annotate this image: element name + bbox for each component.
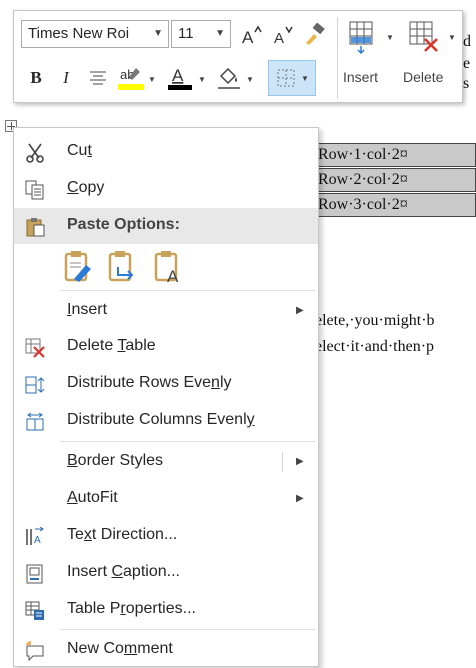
menu-item-insert[interactable]: Insert ▶ [14, 293, 318, 329]
menu-item-label: Insert [67, 301, 108, 318]
distribute-columns-icon [26, 412, 44, 431]
shrink-font-icon: A [274, 26, 293, 45]
shading-button[interactable] [214, 63, 244, 93]
chevron-down-icon[interactable]: ▼ [215, 21, 225, 47]
center-align-icon [90, 71, 106, 85]
chevron-down-icon[interactable]: ▼ [153, 21, 163, 47]
delete-table-button[interactable] [406, 17, 448, 61]
font-color-button[interactable]: A [165, 63, 195, 93]
insert-table-button[interactable] [346, 17, 388, 61]
highlight-button[interactable]: ab [115, 63, 147, 93]
table-properties-icon [25, 601, 44, 620]
context-menu: Cut Copy Paste Options: A Insert ▶ Delet… [13, 127, 319, 667]
italic-icon[interactable]: I [55, 65, 77, 91]
paste-keep-text-only-icon[interactable]: A [154, 249, 186, 283]
split-divider [282, 452, 283, 472]
menu-item-label: Copy [67, 179, 105, 196]
font-size-combobox[interactable]: 11 ▼ [171, 20, 231, 48]
insert-caption-icon [26, 564, 43, 584]
new-comment-icon [26, 641, 44, 661]
copy-icon [25, 180, 44, 200]
chevron-down-icon[interactable]: ▼ [246, 75, 254, 84]
text-direction-icon: A [26, 527, 44, 546]
menu-item-distribute-columns[interactable]: Distribute Columns Evenly [14, 403, 318, 439]
table-cell[interactable]: Row·2·col·2¤ [312, 168, 476, 192]
borders-button[interactable]: ▼ [268, 60, 316, 96]
submenu-arrow-icon: ▶ [296, 305, 304, 316]
highlight-color-icon: ab [118, 67, 144, 90]
mini-toolbar: Times New Roi ▼ 11 ▼ A A ▼ ▼ B I ab ▼ A … [13, 10, 463, 103]
scissors-icon [26, 143, 44, 163]
font-name-combobox[interactable]: Times New Roi ▼ [21, 20, 169, 48]
paste-options-heading: Paste Options: [14, 208, 318, 244]
menu-item-copy[interactable]: Copy [14, 171, 318, 207]
chevron-down-icon[interactable]: ▼ [301, 74, 309, 83]
menu-item-distribute-rows[interactable]: Distribute Rows Evenly [14, 366, 318, 402]
doc-text-fragment: d [463, 33, 471, 50]
svg-text:A: A [167, 267, 179, 283]
menu-item-label: Distribute Columns Evenly [67, 411, 255, 428]
chevron-down-icon[interactable]: ▼ [448, 33, 456, 42]
delete-label[interactable]: Delete [403, 69, 443, 85]
format-painter-icon [306, 23, 325, 45]
submenu-arrow-icon[interactable]: ▶ [296, 456, 304, 467]
menu-item-label: Delete Table [67, 337, 156, 354]
menu-item-label: AutoFit [67, 489, 118, 506]
delete-table-icon [409, 21, 438, 52]
paste-icon [26, 218, 45, 237]
grow-font-icon: A [242, 25, 262, 45]
font-color-icon: A [168, 66, 192, 90]
delete-table-icon [25, 338, 45, 358]
menu-item-cut[interactable]: Cut [14, 134, 318, 170]
distribute-rows-icon [25, 376, 45, 394]
svg-text:A: A [34, 535, 41, 546]
doc-text-fragment: e [463, 55, 471, 72]
menu-item-delete-table[interactable]: Delete Table [14, 329, 318, 365]
paste-keep-source-formatting-icon[interactable] [64, 249, 94, 283]
menu-item-text-direction[interactable]: A Text Direction... [14, 518, 318, 554]
shrink-font-button[interactable]: A [271, 23, 295, 47]
menu-item-autofit[interactable]: AutoFit ▶ [14, 481, 318, 517]
chevron-down-icon[interactable]: ▼ [148, 75, 156, 84]
svg-text:A: A [242, 28, 254, 45]
submenu-arrow-icon: ▶ [296, 493, 304, 504]
menu-item-label: Text Direction... [67, 526, 178, 543]
menu-item-new-comment[interactable]: New Comment [14, 632, 318, 668]
menu-item-label: Distribute Rows Evenly [67, 374, 232, 391]
insert-label[interactable]: Insert [343, 69, 378, 85]
menu-item-label: New Comment [67, 640, 173, 657]
menu-item-table-properties[interactable]: Table Properties... [14, 592, 318, 628]
svg-text:A: A [274, 30, 284, 45]
doc-text-fragment: s [463, 75, 470, 92]
table-cell[interactable]: Row·1·col·2¤ [312, 143, 476, 167]
menu-separator [60, 290, 316, 291]
paste-merge-formatting-icon[interactable] [108, 249, 138, 283]
borders-icon [277, 69, 295, 87]
menu-separator [60, 441, 316, 442]
menu-item-label: Cut [67, 142, 92, 159]
toolbar-separator [337, 17, 338, 99]
font-name-value: Times New Roi [28, 25, 130, 42]
insert-rows-icon [349, 21, 373, 55]
table-cell[interactable]: Row·3·col·2¤ [312, 193, 476, 217]
center-align-button[interactable] [87, 67, 109, 89]
menu-separator [60, 629, 316, 630]
menu-item-label: Border Styles [67, 452, 164, 469]
paste-options-row: A [61, 247, 201, 287]
chevron-down-icon[interactable]: ▼ [198, 75, 206, 84]
grow-font-button[interactable]: A [238, 23, 264, 47]
menu-item-label: Paste Options: [67, 216, 180, 233]
format-painter-button[interactable] [300, 21, 330, 49]
bold-icon[interactable]: B [25, 65, 47, 91]
menu-item-label: Insert Caption... [67, 563, 180, 580]
menu-item-insert-caption[interactable]: Insert Caption... [14, 555, 318, 591]
menu-item-label: Table Properties... [67, 600, 196, 617]
chevron-down-icon[interactable]: ▼ [386, 33, 394, 42]
shading-bucket-icon [218, 67, 240, 89]
menu-item-border-styles[interactable]: Border Styles ▶ [14, 444, 318, 480]
font-size-value: 11 [178, 25, 194, 42]
doc-text-line: elete,·you·might·b [315, 312, 435, 329]
doc-text-line: elect·it·and·then·p [315, 338, 435, 355]
svg-text:A: A [172, 66, 184, 85]
